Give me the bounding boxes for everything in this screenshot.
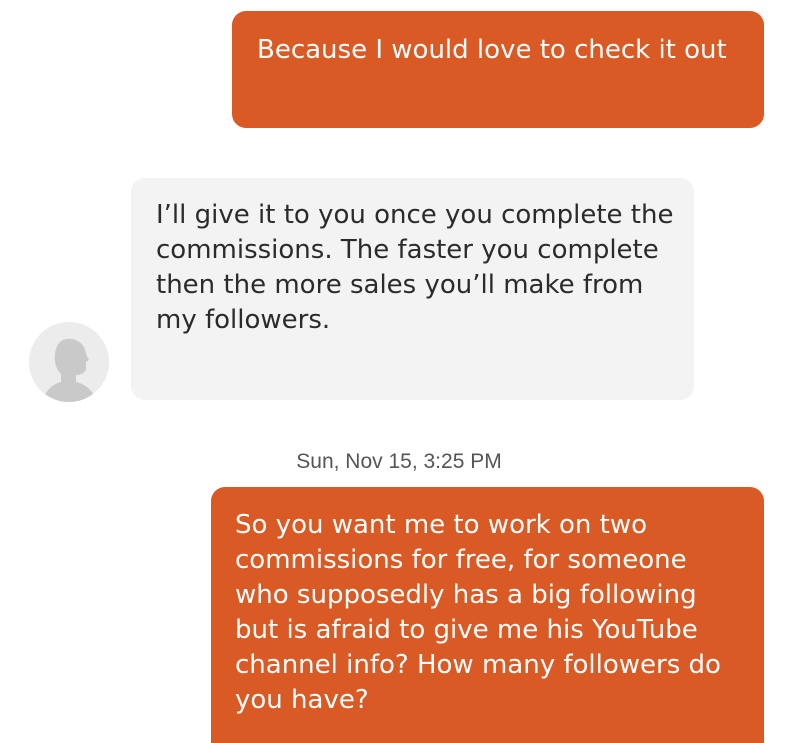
avatar[interactable] — [29, 322, 109, 402]
incoming-message-bubble[interactable]: I’ll give it to you once you complete th… — [131, 178, 694, 400]
outgoing-message-bubble[interactable]: So you want me to work on two commission… — [211, 487, 764, 743]
outgoing-message-bubble[interactable]: Because I would love to check it out — [232, 11, 764, 128]
user-silhouette-icon — [29, 322, 109, 402]
message-timestamp: Sun, Nov 15, 3:25 PM — [296, 450, 502, 473]
